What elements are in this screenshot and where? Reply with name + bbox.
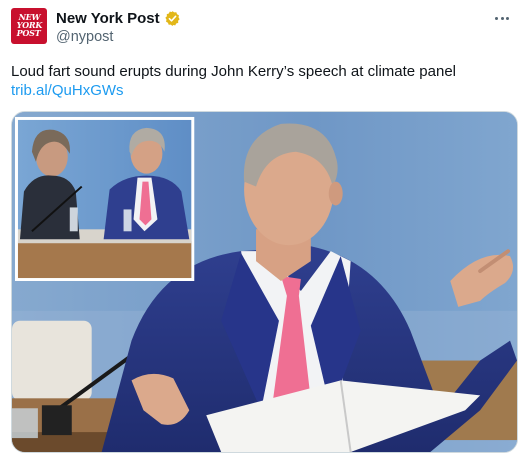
avatar-text-line-3: POST [17, 29, 41, 39]
photo-illustration [12, 112, 517, 452]
more-options-icon[interactable] [491, 10, 513, 26]
tweet-header: NEW YORK POST New York Post @nypost [11, 8, 513, 48]
tweet-media-image[interactable] [11, 111, 518, 453]
gold-verified-badge-icon[interactable] [164, 10, 181, 27]
handle[interactable]: @nypost [56, 29, 113, 45]
name-row: New York Post [56, 9, 181, 27]
tweet-link[interactable]: trib.al/QuHxGWs [11, 81, 124, 101]
tweet-text: Loud fart sound erupts during John Kerry… [11, 63, 456, 80]
display-name[interactable]: New York Post [56, 10, 160, 27]
avatar[interactable]: NEW YORK POST [11, 8, 47, 44]
